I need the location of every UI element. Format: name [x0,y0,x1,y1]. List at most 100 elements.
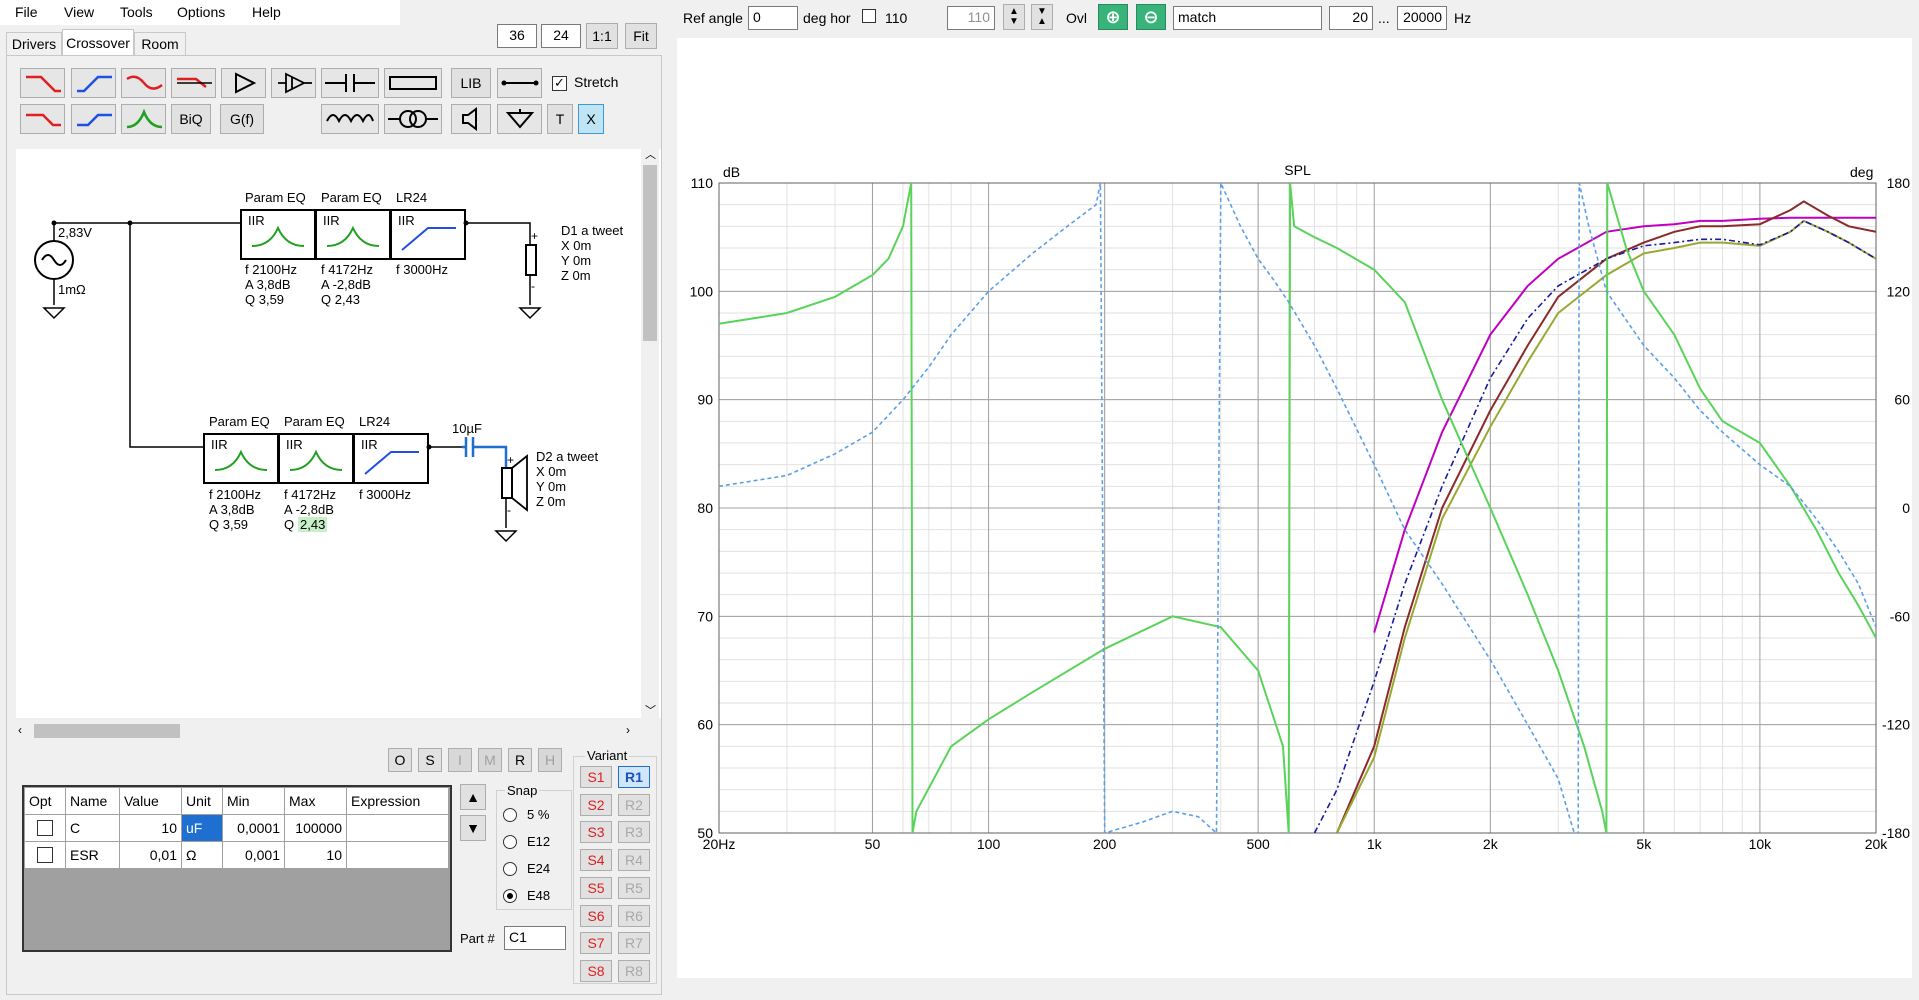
series-line-1 [1373,216,1876,633]
x-tick-label: 10k [1749,836,1773,852]
snap-e24-radio[interactable] [503,862,517,876]
spl-range-button[interactable]: ▼ ▲ [1031,4,1053,30]
part-max-cell[interactable]: 100000 [284,814,347,842]
overlay-remove-button[interactable]: ⊖ [1136,4,1166,30]
part-min-cell[interactable]: 0,0001 [222,814,285,842]
bottom-block3-iir: IIR [361,437,378,452]
snap-e48-label: E48 [527,888,551,903]
part-value-cell[interactable]: 10 [119,814,182,842]
variant-r7-button[interactable]: R7 [618,932,650,955]
opt-checkbox-cell[interactable] [24,814,66,842]
y2-tick-label: -120 [1882,717,1910,733]
y-axis-label: dB [723,164,740,180]
top-block1-iir: IIR [248,213,265,228]
overlay-add-button[interactable]: ⊕ [1098,4,1128,30]
col-header-max: Max [284,787,347,815]
col-header-min: Min [222,787,285,815]
part-name-cell[interactable]: C [65,814,120,842]
snap-5pct-radio[interactable] [503,808,517,822]
top-block1-a: A 3,8dB [245,277,291,292]
top-block2-q: Q 2,43 [321,292,361,307]
part-expression-cell[interactable] [346,841,449,869]
snap-e48-radio[interactable] [503,889,517,903]
snap-e12-radio[interactable] [503,835,517,849]
minus-icon: ⊖ [1143,6,1159,27]
variant-r1-button[interactable]: R1 [618,766,650,788]
schematic-hscroll-thumb[interactable] [34,724,180,738]
move-down-button[interactable]: ▼ [460,815,486,841]
bottom-block2-label: Param EQ [284,414,345,429]
variant-r6-button[interactable]: R6 [618,904,650,927]
bottom-block2-a: A -2,8dB [284,502,334,517]
variant-s7-button[interactable]: S7 [580,932,612,955]
part-name-cell[interactable]: ESR [65,841,120,869]
mode-i-button[interactable]: I [448,748,472,772]
bottom-driver-x: X 0m [536,464,567,479]
bottom-block2-q-value[interactable]: 2,43 [298,517,328,532]
top-block3-iir: IIR [398,213,415,228]
scroll-left-icon[interactable]: ‹ [18,723,22,737]
snap-e12-label: E12 [527,834,551,849]
spl-max-checkbox[interactable] [862,9,876,23]
x-tick-label: 50 [865,836,881,852]
top-block2-f: f 4172Hz [321,262,374,277]
variant-s4-button[interactable]: S4 [580,849,612,872]
variant-s8-button[interactable]: S8 [580,959,612,982]
move-up-button[interactable]: ▲ [460,784,486,810]
mode-o-button[interactable]: O [388,748,412,772]
bottom-block1-f: f 2100Hz [209,487,262,502]
top-driver-y: Y 0m [561,253,592,268]
bottom-block3-f: f 3000Hz [359,487,412,502]
spl-max-field[interactable]: 110 [947,6,995,30]
scroll-right-icon[interactable]: › [626,723,630,737]
variant-s3-button[interactable]: S3 [580,821,612,844]
part-unit-cell[interactable]: uF [181,814,223,842]
bottom-block2-q-label: Q [284,517,295,532]
part-max-cell[interactable]: 10 [284,841,347,869]
part-value-cell[interactable]: 0,01 [119,841,182,869]
x-tick-label: 5k [1636,836,1652,852]
col-header-value: Value [119,787,182,815]
spl-spin-button[interactable]: ▲ ▼ [1003,4,1025,30]
opt-checkbox-cell[interactable] [24,841,66,869]
part-number-label: Part # [460,931,495,946]
y2-axis-label: deg [1850,164,1873,180]
match-field[interactable]: match [1173,6,1322,30]
mode-h-button[interactable]: H [538,748,562,772]
variant-s5-button[interactable]: S5 [580,876,612,899]
bottom-block1-iir: IIR [211,437,228,452]
col-header-opt: Opt [24,787,66,815]
mode-s-button[interactable]: S [418,748,442,772]
variant-r4-button[interactable]: R4 [618,849,650,872]
variant-r3-button[interactable]: R3 [618,821,650,844]
y-tick-label: 70 [697,608,713,624]
bottom-block2-f: f 4172Hz [284,487,337,502]
table-row[interactable]: ESR 0,01 Ω 0,001 10 [24,841,449,869]
top-block2-iir: IIR [323,213,340,228]
mode-m-button[interactable]: M [478,748,502,772]
spl-chart[interactable]: 20Hz 50 100 200 500 1k 2k 5k 10k 20k5060708090100… [677,38,1912,978]
mode-r-button[interactable]: R [508,748,532,772]
freq-low-field[interactable]: 20 [1329,6,1373,30]
y2-tick-label: 60 [1894,392,1910,408]
variant-title: Variant [585,748,630,763]
part-number-field[interactable]: C1 [504,926,566,950]
variant-r8-button[interactable]: R8 [618,959,650,982]
part-expression-cell[interactable] [346,814,449,842]
variant-s2-button[interactable]: S2 [580,793,612,816]
svg-text:+: + [507,453,514,467]
variant-r5-button[interactable]: R5 [618,876,650,899]
top-block1-label: Param EQ [245,190,306,205]
variant-r2-button[interactable]: R2 [618,793,650,816]
ref-angle-field[interactable]: 0 [748,6,798,30]
table-row[interactable]: C 10 uF 0,0001 100000 [24,814,449,842]
part-unit-cell[interactable]: Ω [181,841,223,869]
snap-e24-label: E24 [527,861,551,876]
variant-s6-button[interactable]: S6 [580,904,612,927]
svg-text:-: - [507,503,511,517]
ref-angle-label: Ref angle [683,10,743,26]
hz-label: Hz [1454,10,1472,26]
variant-s1-button[interactable]: S1 [580,766,612,788]
freq-high-field[interactable]: 20000 [1397,6,1447,30]
part-min-cell[interactable]: 0,001 [222,841,285,869]
